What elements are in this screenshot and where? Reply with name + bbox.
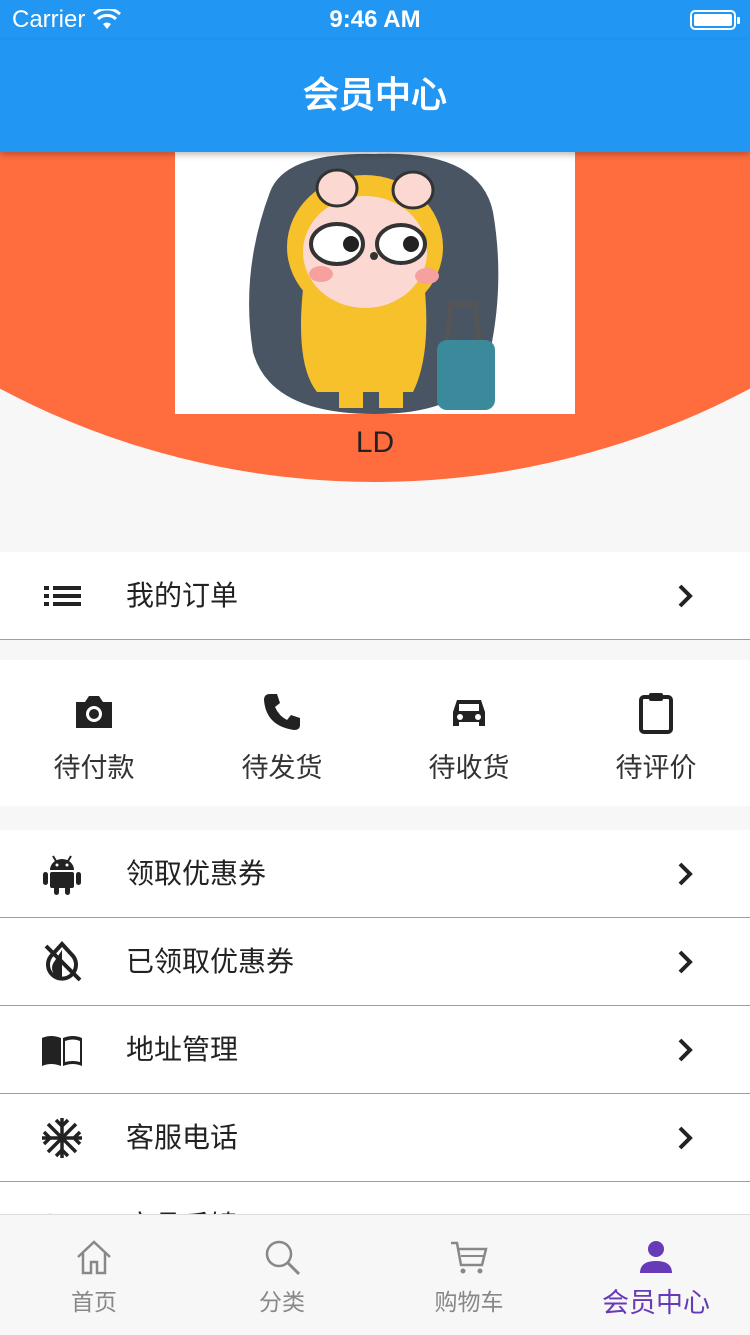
order-status-label: 待发货 <box>241 753 323 784</box>
chevron-right-icon <box>678 584 693 608</box>
status-bar: Carrier 9:46 AM <box>0 0 750 40</box>
tab-label: 会员中心 <box>602 1288 710 1319</box>
home-icon <box>77 1240 111 1275</box>
tab-cart[interactable]: 购物车 <box>375 1215 563 1335</box>
order-status-label: 待付款 <box>53 753 135 784</box>
order-status-label: 待收货 <box>428 753 510 784</box>
tab-label: 首页 <box>71 1290 117 1316</box>
order-status-pending-receipt[interactable]: 待收货 <box>375 690 563 785</box>
page-title: 会员中心 <box>302 75 447 116</box>
menu-item-address-management[interactable]: 地址管理 <box>0 1006 750 1094</box>
android-icon <box>43 855 81 895</box>
tab-label: 购物车 <box>434 1290 504 1316</box>
avatar-illustration <box>249 153 499 414</box>
chevron-right-icon <box>678 1126 693 1150</box>
order-status-panel: 待付款 待发货 待收货 待评价 <box>0 660 750 806</box>
car-icon <box>453 700 485 726</box>
menu-item-claimed-coupons[interactable]: 已领取优惠券 <box>0 918 750 1006</box>
phone-icon <box>264 694 300 730</box>
search-icon <box>265 1240 301 1276</box>
bottom-tab-bar: 首页 分类 购物车 会员中心 <box>0 1214 750 1334</box>
camera-icon <box>76 696 112 728</box>
tab-label: 分类 <box>259 1290 305 1316</box>
person-icon <box>640 1241 672 1273</box>
chevron-right-icon <box>678 1038 693 1062</box>
menu-item-label: 领取优惠券 <box>126 857 267 890</box>
book-icon <box>42 1036 82 1066</box>
list-icon <box>44 586 81 606</box>
menu-item-label: 地址管理 <box>126 1033 239 1066</box>
clipboard-icon <box>639 693 673 734</box>
battery-icon <box>690 10 740 30</box>
menu-item-get-coupons[interactable]: 领取优惠券 <box>0 830 750 918</box>
tab-member-center[interactable]: 会员中心 <box>562 1215 750 1335</box>
tab-home[interactable]: 首页 <box>0 1215 188 1335</box>
status-time: 9:46 AM <box>329 6 421 33</box>
invert-colors-off-icon <box>44 941 82 982</box>
menu-item-customer-service[interactable]: 客服电话 <box>0 1094 750 1182</box>
cart-icon <box>451 1241 488 1274</box>
avatar[interactable] <box>175 152 575 414</box>
profile-header: LD <box>0 152 750 552</box>
snowflake-icon <box>42 1118 82 1158</box>
order-status-pending-review[interactable]: 待评价 <box>562 690 750 785</box>
chevron-right-icon <box>678 862 693 886</box>
app-bar: 会员中心 <box>0 40 750 152</box>
tab-category[interactable]: 分类 <box>188 1215 376 1335</box>
my-orders-row[interactable]: 我的订单 <box>0 552 750 640</box>
menu-item-label: 已领取优惠券 <box>126 945 295 978</box>
order-status-pending-shipment[interactable]: 待发货 <box>188 690 376 785</box>
chevron-right-icon <box>678 950 693 974</box>
username: LD <box>355 426 395 459</box>
menu-item-label: 客服电话 <box>126 1121 239 1154</box>
my-orders-label: 我的订单 <box>126 579 239 612</box>
order-status-pending-payment[interactable]: 待付款 <box>0 690 188 785</box>
order-status-label: 待评价 <box>615 753 697 784</box>
